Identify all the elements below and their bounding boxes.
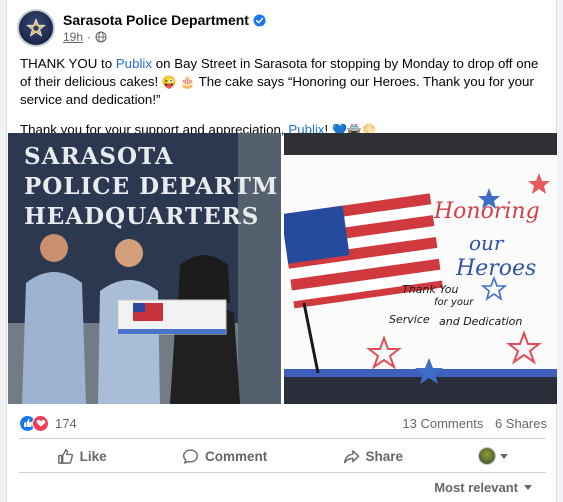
comments-count[interactable]: 13 Comments [402, 416, 483, 431]
share-button[interactable]: Share [343, 448, 404, 465]
comment-bubble-icon [182, 448, 198, 464]
header-text: Sarasota Police Department 19h · [63, 12, 266, 44]
post-card: Sarasota Police Department 19h · THANK Y… [6, 0, 557, 502]
comment-button[interactable]: Comment [182, 448, 267, 465]
post-meta: 19h · [63, 30, 266, 44]
post-actions: Like Comment Share [19, 441, 546, 471]
photo-officers-with-cake[interactable]: SARASOTA POLICE DEPARTM HEADQUARTERS [8, 133, 281, 404]
cake-text-heroes: Heroes [456, 256, 537, 281]
comment-sort-dropdown[interactable]: Most relevant [434, 480, 532, 495]
reaction-count: 174 [55, 415, 77, 431]
chevron-down-icon [524, 485, 532, 490]
photo-cake-closeup[interactable]: Honoring our Heroes Thank You for your S… [284, 133, 557, 404]
cake-text-honoring: Honoring [434, 199, 540, 224]
reaction-icons [19, 414, 49, 432]
post-photos: SARASOTA POLICE DEPARTM HEADQUARTERS Hon… [8, 133, 557, 404]
comment-share-counts: 13 Comments 6 Shares [402, 416, 547, 431]
emoji-wink-cake: 😜 🎂 [161, 75, 196, 89]
love-icon [32, 414, 49, 432]
reaction-summary[interactable]: 174 [19, 414, 77, 432]
verified-badge-icon [253, 13, 266, 27]
globe-icon[interactable] [95, 31, 107, 43]
post-header: Sarasota Police Department 19h · [17, 8, 537, 48]
divider-top [19, 438, 546, 439]
body-text-segment: THANK YOU to [20, 56, 116, 71]
cake-text-service: Service [389, 313, 430, 326]
chevron-down-icon [500, 453, 509, 459]
like-label: Like [79, 448, 107, 464]
cake-text-our: our [469, 231, 504, 255]
like-button[interactable]: Like [57, 448, 107, 465]
page-name[interactable]: Sarasota Police Department [63, 12, 249, 28]
shares-count[interactable]: 6 Shares [495, 416, 547, 431]
post-timestamp[interactable]: 19h [63, 30, 83, 44]
sort-label: Most relevant [434, 480, 518, 495]
publix-link[interactable]: Publix [116, 56, 152, 71]
page-name-row: Sarasota Police Department [63, 12, 266, 28]
page-avatar[interactable] [17, 9, 55, 47]
cake-text-dedication: and Dedication [439, 315, 523, 328]
comment-label: Comment [204, 448, 268, 464]
cake-text-thank-you: Thank You [402, 283, 459, 296]
sign-line-1: SARASOTA [24, 143, 174, 170]
engagement-stats: 174 13 Comments 6 Shares [19, 411, 547, 435]
police-badge-icon [26, 18, 46, 37]
cake-text-for-your: for your [434, 297, 474, 308]
share-label: Share [365, 448, 404, 464]
thumbs-up-icon [57, 448, 73, 464]
divider-bottom [19, 472, 546, 473]
sign-line-2: POLICE DEPARTM [24, 173, 279, 200]
sign-line-3: HEADQUARTERS [24, 203, 260, 230]
post-paragraph-1: THANK YOU to Publix on Bay Street in Sar… [20, 55, 545, 109]
share-arrow-icon [343, 449, 359, 463]
meta-separator: · [87, 30, 92, 44]
profile-avatar [478, 447, 497, 465]
comment-as-profile-selector[interactable] [478, 447, 509, 465]
